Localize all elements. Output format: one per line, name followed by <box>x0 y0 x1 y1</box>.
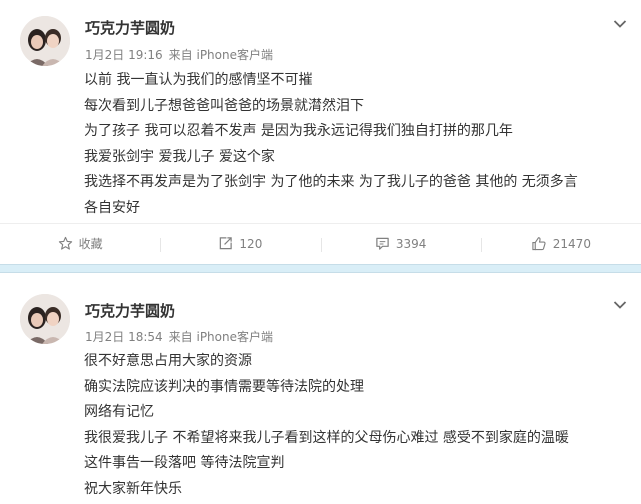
comment-icon <box>376 237 389 250</box>
post-text-line: 各自安好 <box>84 199 140 216</box>
post-time[interactable]: 1月2日 19:16 <box>85 48 163 62</box>
post-time[interactable]: 1月2日 18:54 <box>85 330 163 344</box>
post-text-line: 这件事告一段落吧 等待法院宣判 <box>84 455 285 471</box>
post-text-line: 我很爱我儿子 不希望将来我儿子看到这样的父母伤心难过 感受不到家庭的温暖 <box>84 429 569 446</box>
post-text-line: 很不好意思占用大家的资源 <box>84 353 252 369</box>
post-separator <box>0 264 641 273</box>
post-meta: 1月2日 18:54 来自 iPhone客户端 <box>85 328 273 345</box>
action-bar: 收藏 120 3394 21470 <box>0 223 641 263</box>
chevron-down-icon[interactable] <box>613 14 627 28</box>
post-source: 来自 iPhone客户端 <box>168 48 273 62</box>
post-source: 来自 iPhone客户端 <box>168 330 273 344</box>
post-text-line: 网络有记忆 <box>84 404 154 420</box>
post-text-line: 以前 我一直认为我们的感情坚不可摧 <box>84 72 313 88</box>
comment-count: 3394 <box>395 236 427 251</box>
avatar[interactable] <box>20 294 70 344</box>
post-text-line: 每次看到儿子想爸爸叫爸爸的场景就潸然泪下 <box>84 97 364 114</box>
author-name[interactable]: 巧克力芋圆奶 <box>85 17 175 38</box>
post-content: 以前 我一直认为我们的感情坚不可摧 每次看到儿子想爸爸叫爸爸的场景就潸然泪下 为… <box>84 68 624 221</box>
post-text-line: 我选择不再发声是为了张剑宇 为了他的未来 为了我儿子的爸爸 其他的 无须多言 <box>84 174 578 190</box>
comment-button[interactable]: 3394 <box>320 236 481 252</box>
like-button[interactable]: 21470 <box>480 236 641 252</box>
post-text-line: 确实法院应该判决的事情需要等待法院的处理 <box>84 378 364 395</box>
weibo-post-2: 巧克力芋圆奶 1月2日 18:54 来自 iPhone客户端 很不好意思占用大家的… <box>0 273 641 504</box>
repost-button[interactable]: 120 <box>160 236 320 252</box>
author-name[interactable]: 巧克力芋圆奶 <box>85 300 175 321</box>
post-text-line: 祝大家新年快乐 <box>84 480 182 497</box>
favorite-label: 收藏 <box>78 237 103 251</box>
repost-icon <box>220 237 233 250</box>
post-meta: 1月2日 19:16 来自 iPhone客户端 <box>85 46 273 63</box>
favorite-button[interactable]: 收藏 <box>0 235 160 252</box>
chevron-down-icon[interactable] <box>613 295 627 309</box>
avatar[interactable] <box>20 16 70 66</box>
like-count: 21470 <box>552 236 591 251</box>
repost-count: 120 <box>239 236 263 251</box>
post-text-line: 为了孩子 我可以忍着不发声 是因为我永远记得我们独自打拼的那几年 <box>84 123 513 139</box>
thumbs-up-icon <box>532 237 546 251</box>
post-text-line: 我爱张剑宇 爱我儿子 爱这个家 <box>84 148 275 165</box>
post-content: 很不好意思占用大家的资源 确实法院应该判决的事情需要等待法院的处理 网络有记忆 … <box>84 349 624 502</box>
star-icon <box>58 236 72 250</box>
weibo-post-1: 巧克力芋圆奶 1月2日 19:16 来自 iPhone客户端 以前 我一直认为我们… <box>0 0 641 264</box>
